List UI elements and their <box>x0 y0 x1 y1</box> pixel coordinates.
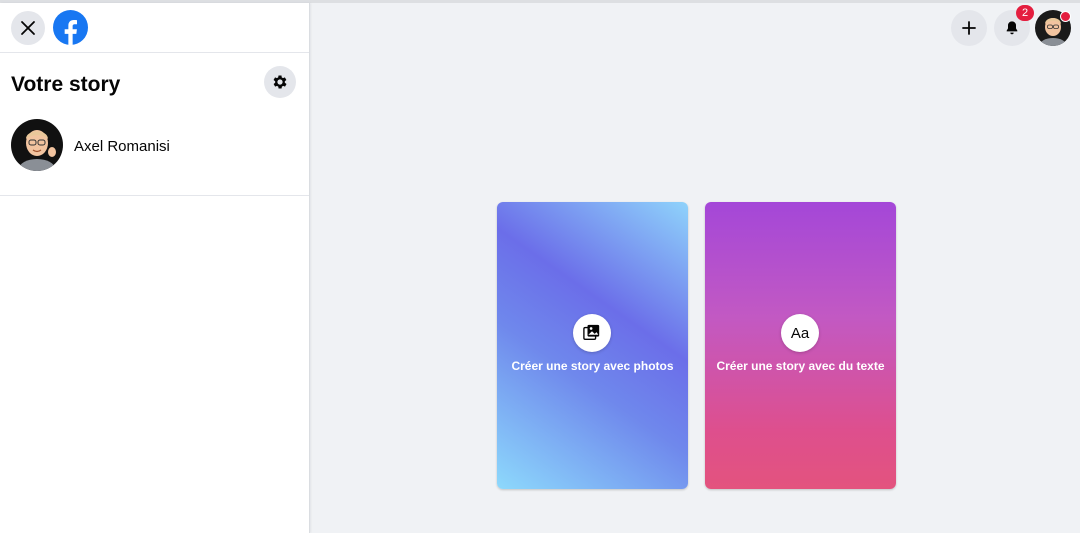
gear-icon <box>273 75 287 89</box>
status-dot <box>1060 11 1071 22</box>
photo-stack-icon <box>573 314 611 352</box>
plus-icon <box>962 21 976 35</box>
divider <box>0 195 309 196</box>
create-photo-story-card[interactable]: Créer une story avec photos <box>497 202 688 489</box>
notification-badge: 2 <box>1016 5 1034 21</box>
facebook-logo-icon[interactable] <box>53 10 88 45</box>
create-button[interactable] <box>951 10 987 46</box>
user-name: Axel Romanisi <box>74 138 170 155</box>
text-aa-icon: Aa <box>781 314 819 352</box>
user-story-row[interactable]: Axel Romanisi <box>0 114 309 180</box>
photo-story-label: Créer une story avec photos <box>511 359 674 373</box>
settings-button[interactable] <box>264 66 296 98</box>
text-icon-label: Aa <box>790 324 810 342</box>
sidebar-header <box>0 3 309 53</box>
avatar <box>11 119 63 171</box>
bell-icon <box>1006 21 1018 35</box>
create-text-story-card[interactable]: Aa Créer une story avec du texte <box>705 202 896 489</box>
close-icon <box>21 21 35 35</box>
close-button[interactable] <box>11 11 45 45</box>
text-story-label: Créer une story avec du texte <box>716 359 885 373</box>
stories-sidebar: Votre story Axel Romanisi <box>0 3 310 533</box>
sidebar-title: Votre story <box>11 73 121 96</box>
